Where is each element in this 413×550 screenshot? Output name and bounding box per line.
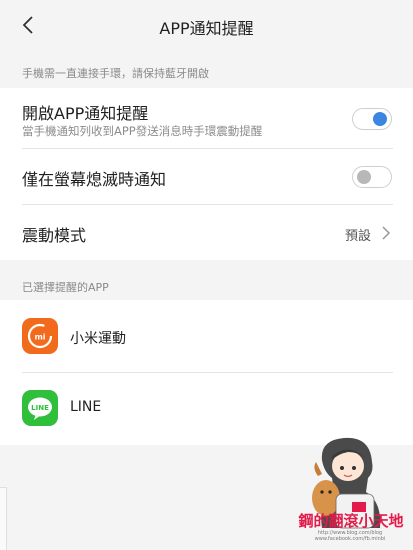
vibration-row[interactable]: 震動模式 預設	[0, 205, 413, 260]
vibration-title: 震動模式	[22, 226, 87, 245]
top-bar: APP通知提醒	[0, 0, 413, 50]
screen-off-title: 僅在螢幕熄滅時通知	[22, 170, 167, 189]
app-notify-toggle[interactable]	[352, 108, 392, 130]
svg-text:mi: mi	[34, 333, 45, 342]
app-notify-title: 開啟APP通知提醒	[22, 104, 149, 123]
bluetooth-notice: 手機需一直連接手環，請保持藍牙開啟	[22, 67, 209, 80]
watermark-text: 鋼的翻滾小天地	[298, 512, 404, 530]
screen-off-row[interactable]: 僅在螢幕熄滅時通知	[0, 149, 413, 204]
apps-group: mi 小米運動 LINE LINE	[0, 300, 413, 445]
apps-section-label: 已選擇提醒的APP	[22, 281, 109, 294]
chevron-right-icon	[382, 226, 391, 240]
toggle-knob	[373, 112, 387, 126]
app-name: LINE	[70, 399, 102, 415]
app-notify-row[interactable]: 開啟APP通知提醒 當手機通知列收到APP發送消息時手環震動提醒	[0, 88, 413, 148]
line-icon: LINE	[22, 390, 58, 426]
page-title: APP通知提醒	[159, 19, 254, 38]
settings-group: 開啟APP通知提醒 當手機通知列收到APP發送消息時手環震動提醒 僅在螢幕熄滅時…	[0, 88, 413, 260]
watermark-url: http://www.blog.com/blog www.facebook.co…	[314, 530, 386, 542]
partial-panel-edge	[0, 487, 7, 550]
svg-text:LINE: LINE	[31, 404, 49, 412]
app-row-mi-fit[interactable]: mi 小米運動	[0, 300, 413, 372]
mi-fit-icon: mi	[22, 318, 58, 354]
toggle-knob	[357, 170, 371, 184]
app-notify-subtitle: 當手機通知列收到APP發送消息時手環震動提醒	[22, 124, 263, 138]
screen-off-toggle[interactable]	[352, 166, 392, 188]
app-name: 小米運動	[70, 331, 126, 347]
vibration-value: 預設	[344, 229, 371, 244]
